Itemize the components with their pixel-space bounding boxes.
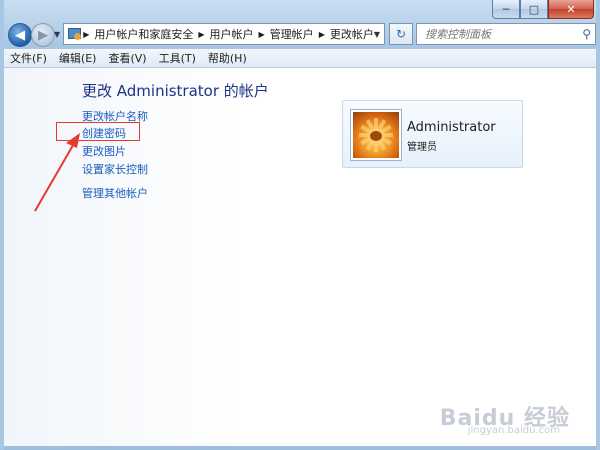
baidu-watermark-url: jingyan.baidu.com bbox=[467, 425, 560, 436]
control-panel-window: ─ □ ✕ ◀ ▶ ▼ « ▶ 用户帐户和家庭安全 ▶ 用户帐户 ▶ 管理帐户 … bbox=[0, 0, 600, 450]
annotation-arrow-icon bbox=[34, 133, 80, 212]
